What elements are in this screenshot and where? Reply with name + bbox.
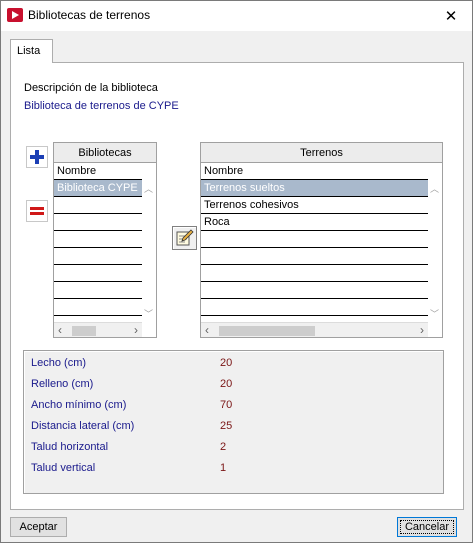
table-row[interactable]: Biblioteca CYPE — [54, 180, 142, 197]
terrains-grid: Terrenos Nombre Terrenos sueltos Terrenos… — [200, 142, 443, 338]
title-bar: Bibliotecas de terrenos ✕ — [1, 1, 472, 31]
terrains-vertical-scrollbar[interactable]: ︿ ﹀ — [428, 180, 442, 322]
table-row[interactable] — [201, 265, 428, 282]
libraries-grid: Bibliotecas Nombre Biblioteca CYPE ︿ ﹀ ‹… — [53, 142, 157, 338]
property-value[interactable]: 20 — [220, 378, 232, 390]
property-value[interactable]: 1 — [220, 462, 226, 474]
libraries-horizontal-scrollbar[interactable]: ‹ › — [54, 322, 142, 337]
scroll-thumb[interactable] — [72, 326, 96, 336]
close-icon: ✕ — [444, 7, 458, 25]
table-row[interactable] — [54, 248, 142, 265]
table-row[interactable]: Roca — [201, 214, 428, 231]
scroll-right-icon[interactable]: › — [134, 323, 138, 337]
property-label: Ancho mínimo (cm) — [31, 399, 127, 411]
libraries-vertical-scrollbar[interactable]: ︿ ﹀ — [142, 180, 156, 322]
scroll-right-icon[interactable]: › — [420, 323, 424, 337]
table-row[interactable]: Terrenos sueltos — [201, 180, 428, 197]
property-label: Talud vertical — [31, 462, 96, 474]
property-label: Talud horizontal — [31, 441, 109, 453]
scroll-left-icon[interactable]: ‹ — [58, 323, 62, 337]
scroll-down-icon[interactable]: ﹀ — [144, 307, 153, 320]
terrains-column-header[interactable]: Nombre — [201, 163, 428, 180]
edit-icon — [176, 229, 194, 246]
table-row[interactable] — [54, 299, 142, 316]
table-row[interactable]: Terrenos cohesivos — [201, 197, 428, 214]
window-title: Bibliotecas de terrenos — [28, 8, 151, 22]
table-row[interactable] — [54, 282, 142, 299]
description-value: Biblioteca de terrenos de CYPE — [24, 100, 179, 112]
property-value[interactable]: 25 — [220, 420, 232, 432]
libraries-column-header[interactable]: Nombre — [54, 163, 142, 180]
app-icon — [7, 8, 23, 22]
cancel-button[interactable]: Cancelar — [397, 517, 457, 537]
table-row[interactable] — [201, 231, 428, 248]
property-label: Relleno (cm) — [31, 378, 94, 390]
tab-lista[interactable]: Lista — [10, 39, 53, 63]
scroll-up-icon[interactable]: ︿ — [144, 182, 153, 195]
table-row[interactable] — [54, 197, 142, 214]
table-row[interactable] — [201, 282, 428, 299]
table-row[interactable] — [201, 299, 428, 316]
scroll-down-icon[interactable]: ﹀ — [430, 307, 439, 320]
property-value[interactable]: 70 — [220, 399, 232, 411]
terrains-header[interactable]: Terrenos — [201, 143, 442, 163]
scroll-thumb[interactable] — [219, 326, 315, 336]
property-value[interactable]: 20 — [220, 357, 232, 369]
property-label: Distancia lateral (cm) — [31, 420, 135, 432]
edit-terrain-button[interactable] — [172, 226, 197, 250]
close-button[interactable]: ✕ — [430, 1, 472, 30]
dialog-window: Bibliotecas de terrenos ✕ Lista Descripc… — [0, 0, 473, 543]
table-row[interactable] — [54, 265, 142, 282]
add-library-button[interactable] — [26, 146, 48, 168]
property-value[interactable]: 2 — [220, 441, 226, 453]
libraries-header[interactable]: Bibliotecas — [54, 143, 156, 163]
table-row[interactable] — [54, 214, 142, 231]
table-row[interactable] — [201, 248, 428, 265]
table-row[interactable] — [54, 231, 142, 248]
scroll-up-icon[interactable]: ︿ — [430, 182, 439, 195]
remove-library-button[interactable] — [26, 200, 48, 222]
tab-label: Lista — [17, 45, 41, 57]
accept-button[interactable]: Aceptar — [10, 517, 67, 537]
properties-panel: Lecho (cm) 20 Relleno (cm) 20 Ancho mínimo (… — [23, 350, 444, 494]
property-label: Lecho (cm) — [31, 357, 87, 369]
terrains-horizontal-scrollbar[interactable]: ‹ › — [201, 322, 428, 337]
description-label: Descripción de la biblioteca — [24, 82, 158, 94]
scroll-left-icon[interactable]: ‹ — [205, 323, 209, 337]
